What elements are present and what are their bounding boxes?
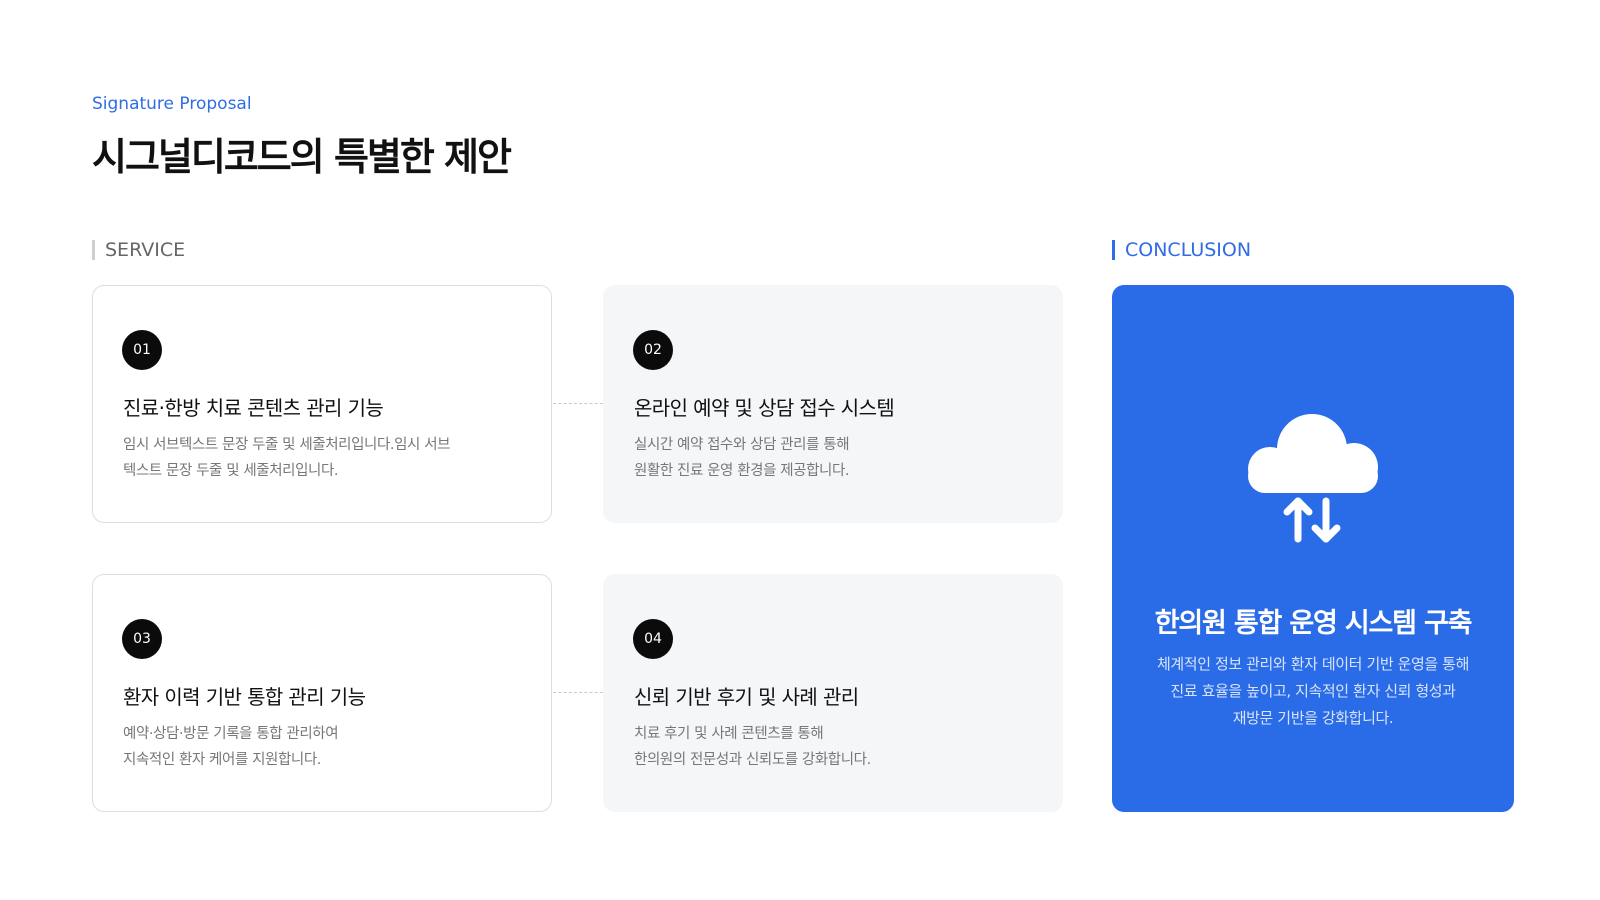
service-description-line: 치료 후기 및 사례 콘텐츠를 통해 (634, 726, 824, 742)
service-description-line: 텍스트 문장 두줄 및 세줄처리입니다. (123, 463, 339, 479)
conclusion-description-line: 체계적인 정보 관리와 환자 데이터 기반 운영을 통해 (1157, 655, 1469, 673)
conclusion-title: 한의원 통합 운영 시스템 구축 (1154, 608, 1473, 639)
service-number-badge: 02 (633, 330, 673, 370)
service-description-line: 지속적인 환자 케어를 지원합니다. (123, 752, 321, 768)
conclusion-description: 체계적인 정보 관리와 환자 데이터 기반 운영을 통해 진료 효율을 높이고,… (1132, 651, 1494, 732)
service-description-line: 예약·상담·방문 기록을 통합 관리하여 (123, 726, 339, 742)
service-description: 예약·상담·방문 기록을 통합 관리하여 지속적인 환자 케어를 지원합니다. (123, 721, 493, 773)
service-description-line: 실시간 예약 접수와 상담 관리를 통해 (634, 437, 850, 453)
service-card-01: 01 진료·한방 치료 콘텐츠 관리 기능 임시 서브텍스트 문장 두줄 및 세… (92, 285, 552, 523)
service-description: 임시 서브텍스트 문장 두줄 및 세줄처리입니다.임시 서브 텍스트 문장 두줄… (123, 432, 493, 484)
conclusion-description-line: 진료 효율을 높이고, 지속적인 환자 신뢰 형성과 (1170, 682, 1456, 700)
service-description-line: 임시 서브텍스트 문장 두줄 및 세줄처리입니다.임시 서브 (123, 437, 451, 453)
service-section-label: SERVICE (92, 240, 185, 260)
service-number-badge: 03 (122, 619, 162, 659)
conclusion-description-line: 재방문 기반을 강화합니다. (1232, 709, 1394, 727)
cloud-sync-icon (1248, 414, 1378, 543)
service-description-line: 한의원의 전문성과 신뢰도를 강화합니다. (634, 752, 871, 768)
service-number-badge: 01 (122, 330, 162, 370)
eyebrow-label: Signature Proposal (92, 94, 252, 114)
conclusion-card: 한의원 통합 운영 시스템 구축 체계적인 정보 관리와 환자 데이터 기반 운… (1112, 285, 1514, 812)
service-card-04: 04 신뢰 기반 후기 및 사례 관리 치료 후기 및 사례 콘텐츠를 통해 한… (603, 574, 1063, 812)
service-title: 온라인 예약 및 상담 접수 시스템 (634, 396, 895, 420)
service-description: 실시간 예약 접수와 상담 관리를 통해 원활한 진료 운영 환경을 제공합니다… (634, 432, 1004, 484)
service-title: 환자 이력 기반 통합 관리 기능 (123, 685, 366, 709)
dashed-connector (553, 403, 603, 404)
page-title: 시그널디코드의 특별한 제안 (92, 135, 512, 179)
service-card-03: 03 환자 이력 기반 통합 관리 기능 예약·상담·방문 기록을 통합 관리하… (92, 574, 552, 812)
dashed-connector (553, 692, 603, 693)
service-title: 신뢰 기반 후기 및 사례 관리 (634, 685, 859, 709)
service-number-badge: 04 (633, 619, 673, 659)
service-description-line: 원활한 진료 운영 환경을 제공합니다. (634, 463, 850, 479)
service-card-02: 02 온라인 예약 및 상담 접수 시스템 실시간 예약 접수와 상담 관리를 … (603, 285, 1063, 523)
service-description: 치료 후기 및 사례 콘텐츠를 통해 한의원의 전문성과 신뢰도를 강화합니다. (634, 721, 1004, 773)
conclusion-section-label: CONCLUSION (1112, 240, 1251, 260)
service-title: 진료·한방 치료 콘텐츠 관리 기능 (123, 396, 384, 420)
